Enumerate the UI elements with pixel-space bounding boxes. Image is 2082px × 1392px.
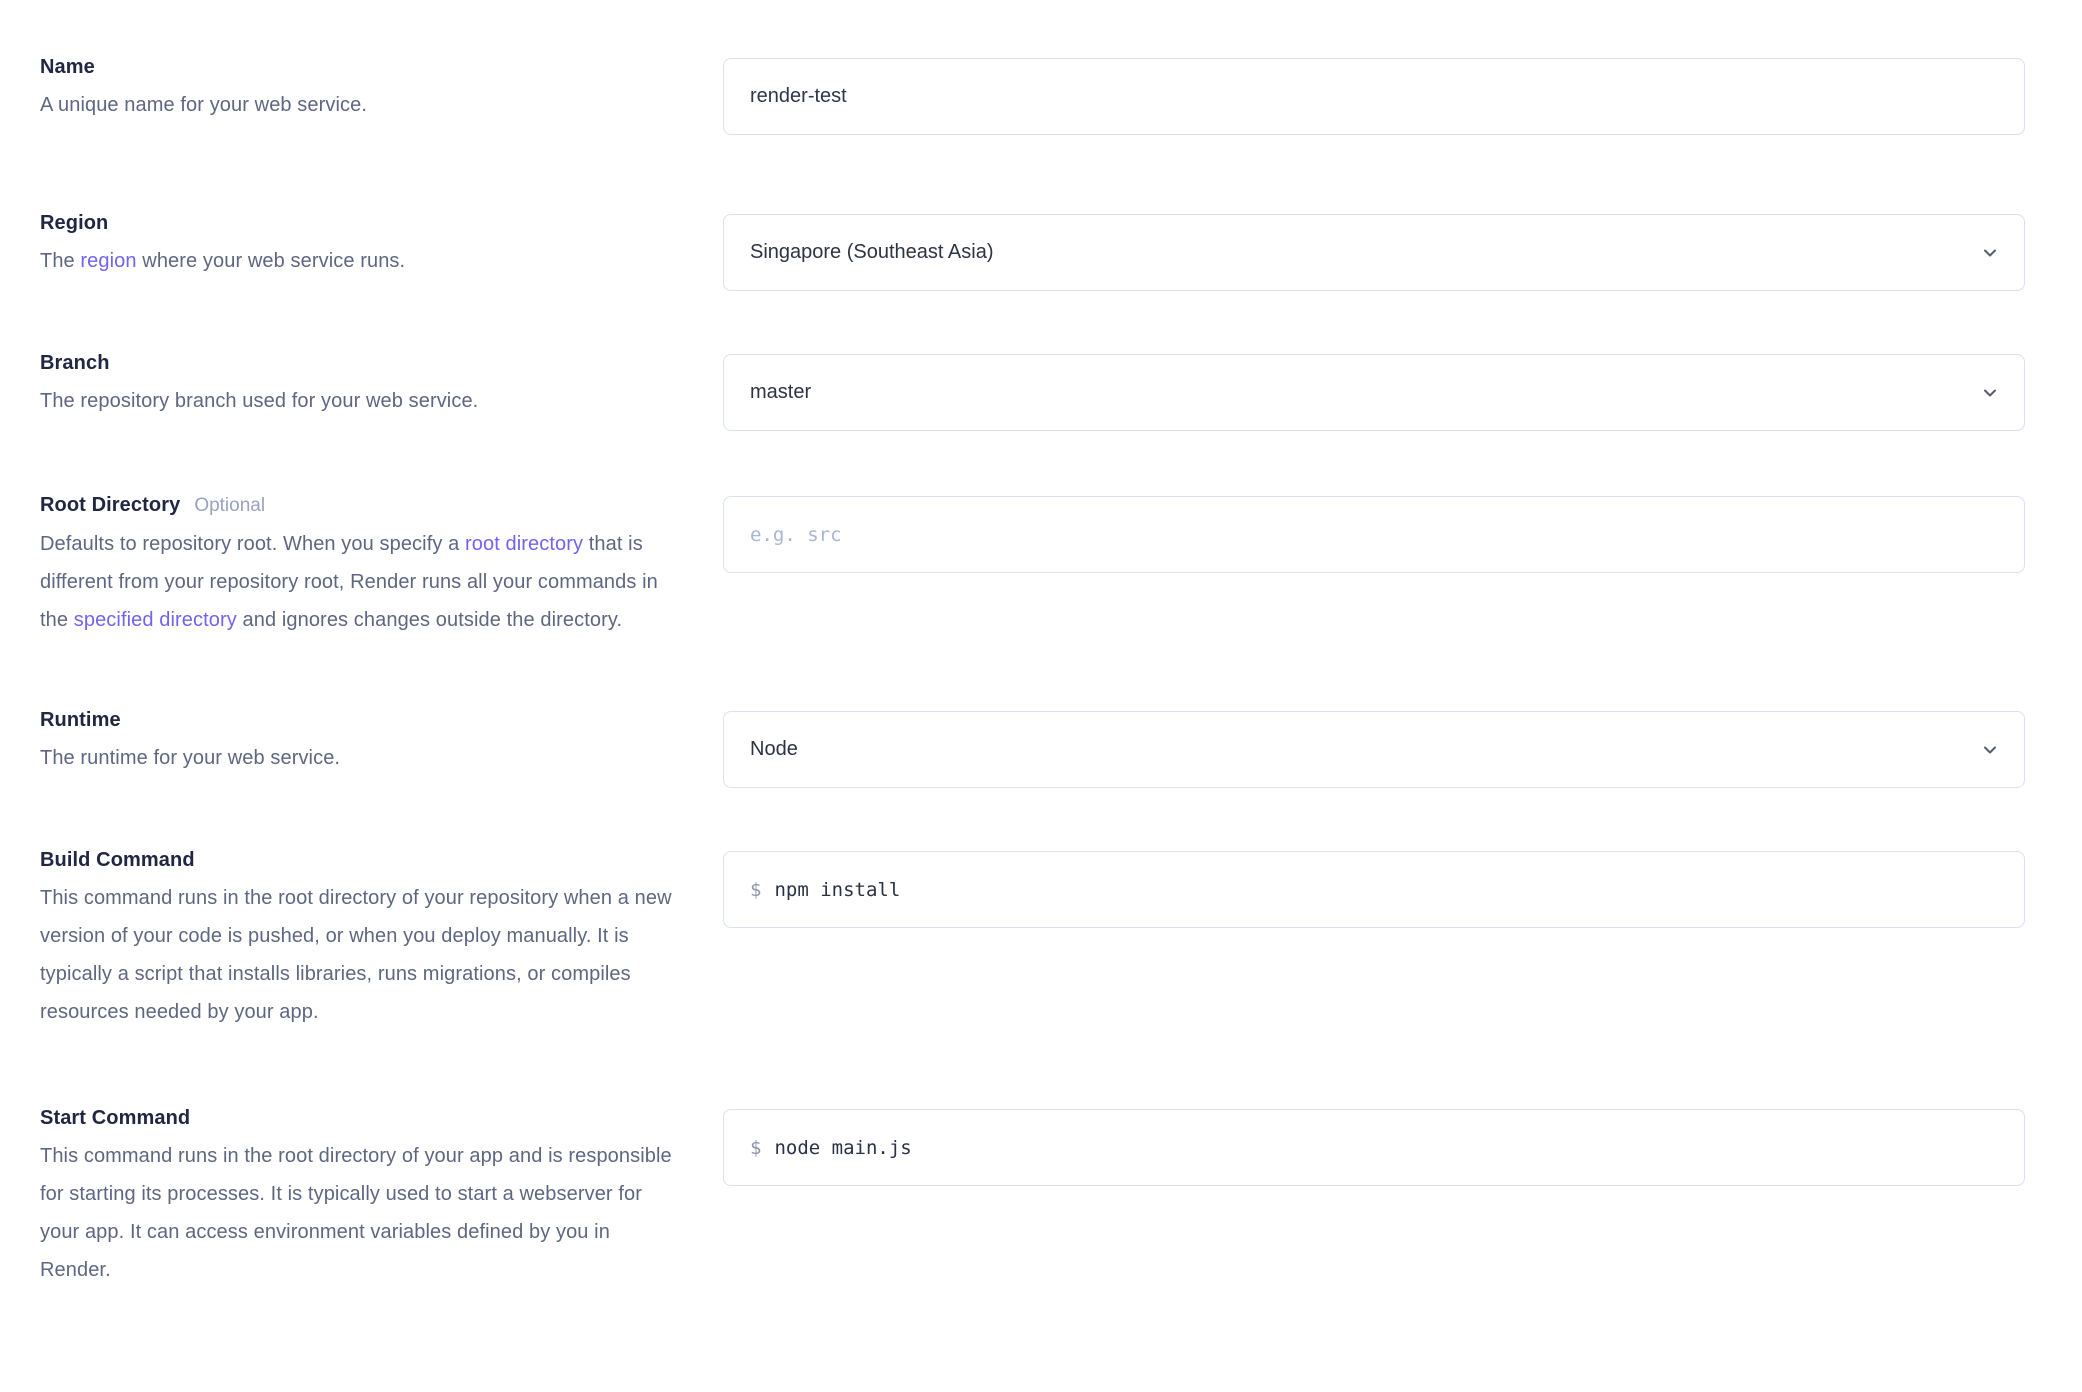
field-label: Name <box>40 52 95 82</box>
field-row-start-command: Start Command This command runs in the r… <box>40 1103 2082 1289</box>
description-text: and ignores changes outside the director… <box>237 609 622 631</box>
field-info-branch: Branch The repository branch used for yo… <box>40 348 672 420</box>
start-command-field[interactable] <box>774 1137 1998 1159</box>
start-command-input[interactable]: $ <box>723 1109 2025 1186</box>
field-info-start-command: Start Command This command runs in the r… <box>40 1103 672 1289</box>
field-info-region: Region The region where your web service… <box>40 208 672 280</box>
description-text: Defaults to repository root. When you sp… <box>40 533 465 555</box>
build-command-field[interactable] <box>774 879 1998 901</box>
runtime-select-value: Node <box>750 738 798 761</box>
field-label: Region <box>40 208 108 238</box>
description-text: where your web service runs. <box>137 250 406 272</box>
web-service-settings-form: Name A unique name for your web service.… <box>0 0 2082 1289</box>
description-link[interactable]: region <box>80 250 136 272</box>
field-label: Root Directory <box>40 490 180 520</box>
field-label: Runtime <box>40 705 121 735</box>
field-description: This command runs in the root directory … <box>40 879 672 1031</box>
field-label: Build Command <box>40 845 195 875</box>
shell-prompt: $ <box>750 1137 761 1159</box>
field-info-build-command: Build Command This command runs in the r… <box>40 845 672 1031</box>
description-text: This command runs in the root directory … <box>40 1145 672 1281</box>
field-row-runtime: Runtime The runtime for your web service… <box>40 705 2082 788</box>
field-description: The runtime for your web service. <box>40 739 672 777</box>
branch-select[interactable]: master <box>723 354 2025 431</box>
description-link[interactable]: specified directory <box>74 609 237 631</box>
description-text: The repository branch used for your web … <box>40 390 478 412</box>
region-select[interactable]: Singapore (Southeast Asia) <box>723 214 2025 291</box>
description-text: This command runs in the root directory … <box>40 887 672 1023</box>
optional-tag: Optional <box>194 491 265 521</box>
field-row-root-directory: Root Directory Optional Defaults to repo… <box>40 490 2082 639</box>
field-description: A unique name for your web service. <box>40 86 672 124</box>
field-description: This command runs in the root directory … <box>40 1137 672 1289</box>
field-label: Branch <box>40 348 110 378</box>
runtime-select[interactable]: Node <box>723 711 2025 788</box>
field-row-region: Region The region where your web service… <box>40 208 2082 291</box>
chevron-down-icon <box>1980 740 2000 760</box>
build-command-input[interactable]: $ <box>723 851 2025 928</box>
field-info-runtime: Runtime The runtime for your web service… <box>40 705 672 777</box>
region-select-value: Singapore (Southeast Asia) <box>750 241 994 264</box>
field-description: The region where your web service runs. <box>40 242 672 280</box>
description-text: The <box>40 250 80 272</box>
field-description: Defaults to repository root. When you sp… <box>40 525 672 639</box>
field-info-root-directory: Root Directory Optional Defaults to repo… <box>40 490 672 639</box>
description-text: The runtime for your web service. <box>40 747 340 769</box>
description-link[interactable]: root directory <box>465 533 583 555</box>
field-row-build-command: Build Command This command runs in the r… <box>40 845 2082 1031</box>
chevron-down-icon <box>1980 383 2000 403</box>
branch-select-value: master <box>750 381 811 404</box>
field-row-branch: Branch The repository branch used for yo… <box>40 348 2082 431</box>
description-text: A unique name for your web service. <box>40 94 367 116</box>
field-row-name: Name A unique name for your web service. <box>40 52 2082 135</box>
shell-prompt: $ <box>750 879 761 901</box>
field-description: The repository branch used for your web … <box>40 382 672 420</box>
chevron-down-icon <box>1980 243 2000 263</box>
root-directory-input[interactable] <box>723 496 2025 573</box>
name-input[interactable] <box>723 58 2025 135</box>
field-label: Start Command <box>40 1103 190 1133</box>
field-info-name: Name A unique name for your web service. <box>40 52 672 124</box>
